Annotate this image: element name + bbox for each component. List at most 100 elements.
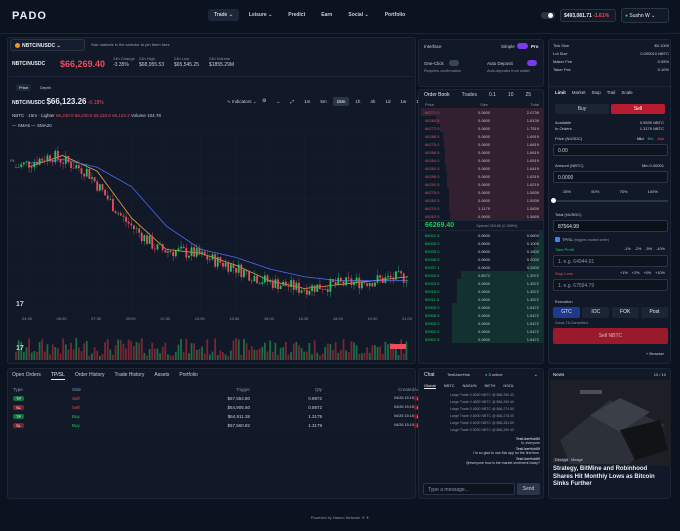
tp-pct-button[interactable]: -5% xyxy=(645,247,652,251)
stop-loss-input[interactable]: 1. e.g. 67594.79 xyxy=(553,279,668,291)
tab-assets[interactable]: Assets xyxy=(154,371,169,380)
ask-row[interactable]: 66275.0 0.0600 1.6819 xyxy=(419,140,543,148)
tab-open-orders[interactable]: Open Orders xyxy=(12,371,41,380)
sl-pct-button[interactable]: +10% xyxy=(655,271,665,275)
tab-trade-history[interactable]: Trade History xyxy=(115,371,145,380)
bid-row[interactable]: 66000.0 0.0600 0.1000 xyxy=(419,239,543,247)
exec-ioc[interactable]: IOC xyxy=(582,307,610,318)
tp-pct-button[interactable]: -2% xyxy=(635,247,642,251)
collapse-icon[interactable]: ⌄ xyxy=(534,372,538,378)
sl-pct-button[interactable]: +1% xyxy=(620,271,628,275)
footer-network[interactable]: Nasun Network xyxy=(333,515,360,520)
tf-1d[interactable]: 1d xyxy=(381,97,394,106)
bid-row[interactable]: 65938.0 0.0600 0.2000 xyxy=(419,255,543,263)
chat-tab-nsol[interactable]: NSOL xyxy=(503,383,514,389)
settings-icon[interactable]: ⚙ xyxy=(262,98,266,104)
news-image[interactable] xyxy=(550,380,671,466)
telegram-icon[interactable]: ✈ xyxy=(366,515,369,520)
theme-toggle[interactable] xyxy=(541,12,555,19)
percent-100[interactable]: 100% xyxy=(648,189,658,194)
amount-slider[interactable] xyxy=(553,200,668,202)
nav-predict[interactable]: Predict xyxy=(282,9,311,21)
chat-tab-neth[interactable]: NETH xyxy=(484,383,495,389)
tab-order-history[interactable]: Order History xyxy=(75,371,105,380)
take-profit-input[interactable]: 1. e.g. 64944.01 xyxy=(553,255,668,267)
price-ask-button[interactable]: Ask xyxy=(657,136,664,141)
order-type-stop[interactable]: Stop xyxy=(592,90,601,95)
nav-earn[interactable]: Earn xyxy=(315,9,338,21)
exec-gtc[interactable]: GTC xyxy=(553,307,580,318)
tf-4h[interactable]: 4h xyxy=(366,97,379,106)
news-source-tag[interactable]: Decrypt xyxy=(553,458,571,462)
chat-input[interactable]: Type a message... xyxy=(423,483,515,495)
percent-25[interactable]: 25% xyxy=(563,189,571,194)
amount-input[interactable]: 0.0000 xyxy=(553,171,668,183)
x-icon[interactable]: ✕ xyxy=(361,515,364,520)
tf-5m[interactable]: 5m xyxy=(316,97,330,106)
tp-pct-button[interactable]: -10% xyxy=(656,247,665,251)
ask-row[interactable]: 66272.0 0.0600 1.7519 xyxy=(419,124,543,132)
ask-row[interactable]: 66271.0 0.0600 2.0739 xyxy=(419,108,543,116)
news-headline[interactable]: Strategy, BitMine and Robinhood Shares H… xyxy=(553,466,668,489)
balance-display[interactable]: $493,081.71 -1.61% xyxy=(560,9,616,22)
tf-1h[interactable]: 1h xyxy=(351,97,364,106)
sell-tab[interactable]: Sell xyxy=(611,104,665,114)
chat-tab-nasun[interactable]: NASUN xyxy=(462,383,476,389)
pair-selector[interactable]: NBTC/NUSDC ⌄ xyxy=(10,39,85,51)
order-type-market[interactable]: Market xyxy=(572,90,586,95)
ask-row[interactable]: 66281.5 0.0600 1.6419 xyxy=(419,164,543,172)
price-bid-button[interactable]: Bid xyxy=(648,136,654,141)
slider-handle[interactable] xyxy=(551,198,556,203)
percent-75[interactable]: 75% xyxy=(619,189,627,194)
oneclick-toggle[interactable] xyxy=(449,60,459,66)
price-input[interactable]: 0.00 xyxy=(553,144,668,156)
bid-row[interactable]: 65902.0 0.0600 1.5472 xyxy=(419,327,543,335)
sl-pct-button[interactable]: +2% xyxy=(632,271,640,275)
exec-post[interactable]: Post xyxy=(640,307,668,318)
bid-row[interactable]: 66001.6 0.0600 0.0600 xyxy=(419,231,543,239)
tf-1w[interactable]: 1w xyxy=(396,97,410,106)
chat-tab-nbtc[interactable]: NBTC xyxy=(444,383,455,389)
tf-1m[interactable]: 1m xyxy=(300,97,314,106)
brand-logo[interactable]: PADO xyxy=(12,10,47,22)
depth-10[interactable]: 10 xyxy=(508,92,514,98)
bid-row[interactable]: 65934.5 0.8972 1.3972 xyxy=(419,271,543,279)
tab-portfolio[interactable]: Portfolio xyxy=(179,371,197,380)
indicators-button[interactable]: ∿ Indicators ⌄ xyxy=(227,99,257,105)
percent-50[interactable]: 50% xyxy=(591,189,599,194)
buy-tab[interactable]: Buy xyxy=(555,104,609,114)
fullscreen-icon[interactable]: ⤢ xyxy=(287,97,299,106)
autodeposit-toggle[interactable] xyxy=(527,60,537,66)
tab-price[interactable]: Price xyxy=(16,84,32,91)
news-pager[interactable]: 10 / 10 xyxy=(654,372,666,377)
tab-trades[interactable]: Trades xyxy=(462,92,477,98)
ask-row[interactable]: 66291.5 0.0600 1.6219 xyxy=(419,180,543,188)
nav-leisure[interactable]: Leisure ⌄ xyxy=(243,9,278,21)
total-input[interactable]: 87564.99 xyxy=(553,220,668,232)
depth-25[interactable]: 25 xyxy=(525,92,531,98)
ask-row[interactable]: 66270.0 1.1179 1.5839 xyxy=(419,204,543,212)
ask-row[interactable]: 66280.5 0.0600 1.8139 xyxy=(419,116,543,124)
tpsl-checkbox[interactable] xyxy=(555,237,560,242)
tab-orderbook[interactable]: Order Book xyxy=(424,92,450,98)
bid-row[interactable]: 65937.1 0.0600 0.2600 xyxy=(419,263,543,271)
bid-row[interactable]: 65911.5 0.0600 1.4572 xyxy=(419,295,543,303)
ask-row[interactable]: 66286.5 0.0600 1.6919 xyxy=(419,132,543,140)
browser-link[interactable]: Browser xyxy=(649,351,664,356)
nav-trade[interactable]: Trade ⌄ xyxy=(208,9,239,21)
ask-row[interactable]: 66296.0 0.0600 1.6319 xyxy=(419,172,543,180)
bid-row[interactable]: 65906.5 0.0600 1.5472 xyxy=(419,311,543,319)
ask-row[interactable]: 66279.0 0.0600 1.5839 xyxy=(419,188,543,196)
tab-tp-sl[interactable]: TP/SL xyxy=(50,371,65,380)
price-chart[interactable]: Fit 04:30 06:00 07:30 09:00 10:30 12:00 13:30 15… xyxy=(10,132,414,362)
nav-social[interactable]: Social ⌄ xyxy=(342,9,374,21)
chat-tab-global[interactable]: Global xyxy=(424,383,436,389)
ask-row[interactable]: 66263.5 0.0600 1.5669 xyxy=(419,212,543,220)
bid-row[interactable]: 65905.0 0.0600 1.5472 xyxy=(419,319,543,327)
exec-fok[interactable]: FOK xyxy=(611,307,639,318)
sl-pct-button[interactable]: +5% xyxy=(643,271,651,275)
mode-toggle[interactable] xyxy=(517,43,528,49)
tab-depth[interactable]: Depth xyxy=(37,84,54,91)
nav-portfolio[interactable]: Portfolio xyxy=(379,9,412,21)
price-mid-button[interactable]: Mid xyxy=(637,136,643,141)
